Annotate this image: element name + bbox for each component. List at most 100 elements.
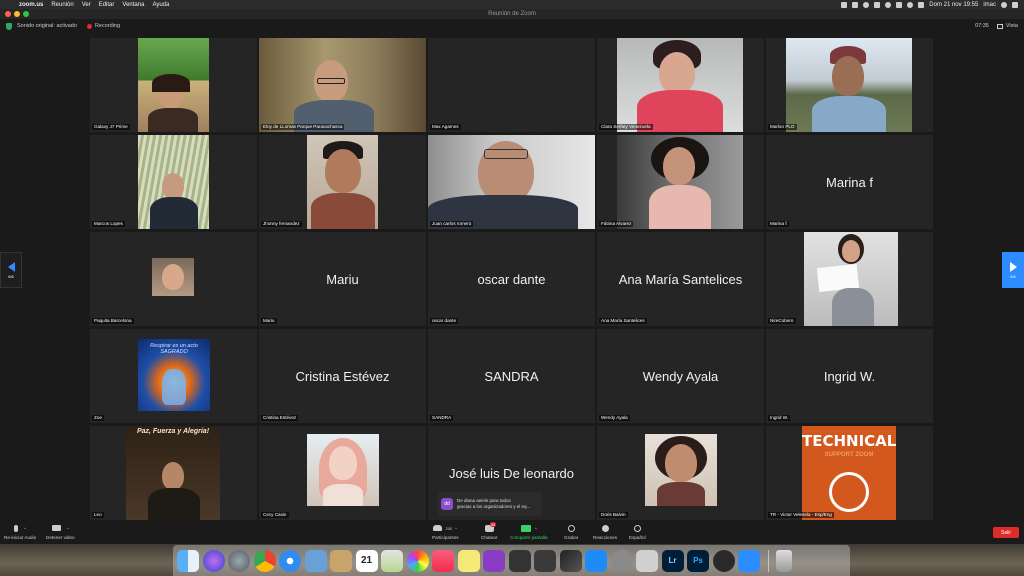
imovie-icon[interactable] [534, 549, 556, 572]
status-icon-4[interactable] [874, 1, 881, 8]
calendar-icon[interactable]: 21 [355, 549, 378, 572]
next-page-button[interactable]: 6/6 [1002, 252, 1024, 288]
share-screen-button[interactable]: ^ Compartir pantalla [510, 523, 548, 540]
trash-icon[interactable] [776, 549, 792, 572]
participant-tile[interactable]: TECHNICAL SUPPORT ZOOM TR - Victor Veles… [766, 426, 933, 520]
fullscreen-window-icon[interactable] [23, 11, 29, 17]
participant-tile[interactable]: oscar dante oscar dante [428, 232, 595, 326]
files-icon[interactable] [636, 549, 658, 572]
glasses-icon [317, 78, 345, 84]
participant-video [138, 135, 209, 229]
photoshop-icon[interactable]: Ps [687, 549, 709, 572]
wifi-icon[interactable] [907, 1, 914, 8]
minimize-window-icon[interactable] [14, 11, 20, 17]
participant-tile[interactable]: Respirar es un acto SAGRADO Zoe [90, 329, 257, 423]
participant-name: Cecy Casin [261, 512, 289, 518]
participant-tile[interactable]: Clara Serfaty Venezuela [597, 38, 764, 132]
menu-app-zoom[interactable]: zoom.us [19, 2, 43, 8]
view-button[interactable]: Vista [996, 23, 1018, 29]
participant-tile[interactable]: Mariu Mariu [259, 232, 426, 326]
record-icon [567, 524, 575, 532]
participant-face [329, 446, 357, 480]
participant-tile[interactable]: Paquita Barcelona [90, 232, 257, 326]
menubar-user[interactable]: imac [983, 2, 996, 8]
original-sound-status[interactable]: Sonido original: activado [17, 23, 77, 29]
participant-tile[interactable]: Wendy Ayala Wendy Ayala [597, 329, 764, 423]
system-preferences-icon[interactable] [610, 549, 633, 572]
participant-name: Eloy de LLomas Parque Paravachasca [261, 124, 345, 130]
status-icon-1[interactable] [841, 1, 848, 8]
audio-label: Re-iniciar Audio [4, 535, 37, 540]
chrome-icon[interactable] [253, 549, 276, 572]
launchpad-icon[interactable] [228, 549, 250, 572]
globe-icon [633, 524, 641, 532]
menubar-datetime[interactable]: Dom 21 nov 19:55 [929, 2, 978, 8]
participant-video [138, 38, 209, 132]
previous-page-button[interactable]: 6/6 [0, 252, 22, 288]
participant-tile[interactable]: Cecy Casin [259, 426, 426, 520]
bluetooth-icon[interactable] [896, 1, 903, 8]
record-button[interactable]: Grabar [564, 523, 578, 540]
participant-tile[interactable]: Cristina Estévez Cristina Estévez [259, 329, 426, 423]
participant-tile[interactable]: Ana María Santelices Ana María Santelice… [597, 232, 764, 326]
reactions-button[interactable]: Reacciones [593, 523, 617, 540]
participant-tile[interactable]: Max Agames [428, 38, 595, 132]
finder-icon[interactable] [177, 549, 199, 572]
participant-tile[interactable]: Paz, Fuerza y Alegría! Leo [90, 426, 257, 520]
recording-indicator[interactable]: Recording [95, 23, 120, 29]
participant-tile[interactable]: Juan carlos romero [428, 135, 595, 229]
participant-center-name: Ingrid W. [823, 368, 876, 384]
participant-center-name: Cristina Estévez [295, 368, 390, 384]
menu-ventana[interactable]: Ventana [122, 2, 144, 8]
status-icon-2[interactable] [852, 1, 859, 8]
close-window-icon[interactable] [5, 11, 11, 17]
chat-notification[interactable]: dd De diana aeiele para todos gracias a … [438, 492, 542, 516]
menu-ayuda[interactable]: Ayuda [152, 2, 169, 8]
participant-tile[interactable]: Doris Balvin [597, 426, 764, 520]
quicktime-icon[interactable] [508, 549, 531, 572]
status-icon-3[interactable] [863, 1, 870, 8]
control-center-icon[interactable] [1012, 1, 1018, 8]
app-store-icon[interactable] [585, 549, 607, 572]
participant-tile[interactable]: Galaxy J7 Prime [90, 38, 257, 132]
participant-name: Fátima Alvarez [599, 221, 634, 227]
safari-icon[interactable] [279, 549, 301, 572]
video-button[interactable]: ^ Detener video [46, 523, 75, 540]
volume-icon[interactable] [918, 1, 925, 8]
photos-icon[interactable] [406, 549, 429, 572]
music-icon[interactable] [432, 549, 454, 572]
notes-icon[interactable] [330, 549, 352, 572]
participant-video [617, 38, 743, 132]
participant-tile[interactable]: Marina f Marina f [766, 135, 933, 229]
quicktime-player-icon[interactable] [712, 549, 735, 572]
preview-icon[interactable] [304, 549, 327, 572]
podcasts-icon[interactable] [483, 549, 505, 572]
support-logo-icon [829, 472, 869, 512]
participant-tile[interactable]: NireCobero [766, 232, 933, 326]
siri-menubar-icon[interactable] [1001, 1, 1007, 8]
participant-tile[interactable]: Jhonny fernandez [259, 135, 426, 229]
lightroom-icon[interactable]: Lr [661, 549, 684, 572]
participant-tile[interactable]: Fátima Alvarez [597, 135, 764, 229]
participant-body [323, 484, 363, 506]
participant-tile[interactable]: Marlon PLO [766, 38, 933, 132]
interpretation-button[interactable]: Español [629, 523, 646, 540]
time-machine-icon[interactable] [885, 1, 892, 8]
security-shield-icon[interactable] [6, 22, 12, 30]
participant-tile[interactable]: SANDRA SANDRA [428, 329, 595, 423]
participant-tile[interactable]: Eloy de LLomas Parque Paravachasca [259, 38, 426, 132]
menu-editar[interactable]: Editar [99, 2, 115, 8]
leave-meeting-button[interactable]: Salir [993, 527, 1019, 538]
participants-button[interactable]: 200 ^ Participantes [432, 523, 459, 540]
chat-button[interactable]: 34 Chatear [481, 522, 497, 540]
siri-icon[interactable] [202, 549, 225, 572]
menu-ver[interactable]: Ver [82, 2, 91, 8]
participant-tile[interactable]: Marcos Lopes [90, 135, 257, 229]
audio-button[interactable]: ^ Re-iniciar Audio [4, 523, 36, 540]
zoom-app-icon[interactable] [738, 549, 760, 572]
maps-icon[interactable] [381, 549, 403, 572]
stickies-icon[interactable] [457, 549, 480, 572]
menu-reunion[interactable]: Reunión [51, 2, 73, 8]
participant-tile[interactable]: Ingrid W. Ingrid W. [766, 329, 933, 423]
final-cut-icon[interactable] [559, 549, 582, 572]
